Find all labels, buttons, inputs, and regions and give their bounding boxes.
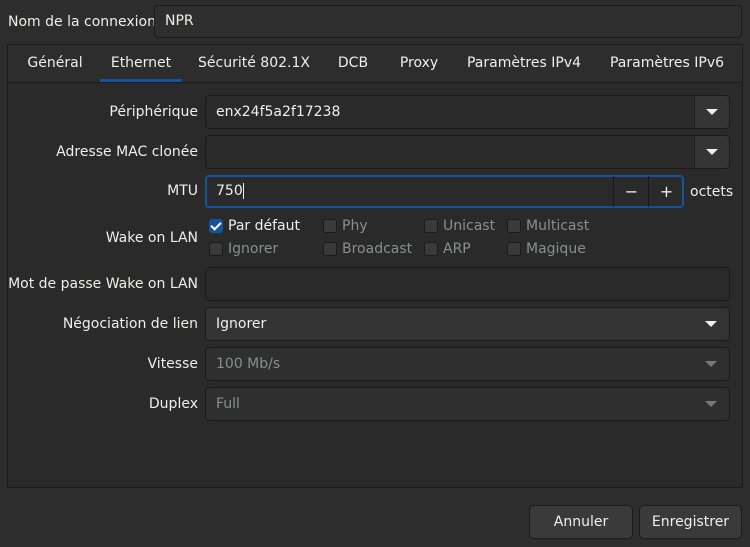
minus-icon: − — [624, 182, 639, 201]
wol-default-checkbox[interactable] — [209, 219, 223, 233]
wol-ignore-checkbox[interactable] — [209, 242, 223, 256]
device-dropdown-button[interactable] — [694, 95, 730, 129]
speed-select[interactable]: 100 Mb/s — [205, 347, 730, 381]
tab-label: DCB — [337, 55, 369, 71]
wol-default-label: Par défaut — [228, 218, 300, 234]
mtu-label: MTU — [167, 183, 198, 199]
wol-unicast-checkbox[interactable] — [424, 219, 438, 233]
duplex-label: Duplex — [148, 396, 198, 412]
duplex-value: Full — [216, 396, 240, 412]
wol-password-field[interactable] — [205, 267, 730, 301]
cancel-button-label: Annuler — [553, 514, 609, 530]
save-button-label: Enregistrer — [651, 514, 730, 530]
wake-on-lan-label: Wake on LAN — [105, 230, 198, 246]
tab-label: Ethernet — [110, 55, 172, 71]
connection-name-label: Nom de la connexion — [8, 14, 156, 30]
wol-phy-label: Phy — [342, 218, 368, 234]
chevron-down-icon — [705, 361, 717, 367]
tab-label: Paramètres IPv6 — [609, 55, 725, 71]
duplex-select[interactable]: Full — [205, 387, 730, 421]
chevron-down-icon — [705, 321, 717, 327]
tab-label: Proxy — [399, 55, 439, 71]
mtu-decrement-button[interactable]: − — [613, 176, 649, 207]
cloned-mac-entry[interactable] — [205, 135, 695, 169]
tab-ipv6-settings[interactable]: Paramètres IPv6 — [600, 44, 734, 82]
link-negotiation-select[interactable]: Ignorer — [205, 307, 730, 341]
wol-ignore-label: Ignorer — [228, 241, 279, 257]
tab-label: Sécurité 802.1X — [198, 55, 310, 71]
wol-unicast-label: Unicast — [443, 218, 496, 234]
tab-label: Général — [27, 55, 83, 71]
tab-security-8021x[interactable]: Sécurité 802.1X — [192, 44, 316, 82]
tab-proxy[interactable]: Proxy — [390, 44, 448, 82]
wol-magic-checkbox[interactable] — [507, 242, 521, 256]
connection-name-value: NPR — [165, 13, 194, 29]
plus-icon: + — [659, 182, 674, 201]
text-cursor — [242, 183, 244, 199]
wol-multicast-checkbox[interactable] — [507, 219, 521, 233]
tab-label: Paramètres IPv4 — [466, 55, 582, 71]
wol-arp-checkbox[interactable] — [424, 242, 438, 256]
mtu-value: 750 — [216, 183, 243, 199]
chevron-down-icon — [706, 109, 718, 115]
mtu-increment-button[interactable]: + — [648, 176, 684, 207]
connection-name-field[interactable]: NPR — [154, 5, 742, 38]
wol-magic-label: Magique — [526, 241, 586, 257]
tab-dcb[interactable]: DCB — [326, 44, 380, 82]
device-value: enx24f5a2f17238 — [216, 104, 341, 120]
cloned-mac-dropdown-button[interactable] — [694, 135, 730, 169]
device-entry[interactable]: enx24f5a2f17238 — [205, 95, 695, 129]
chevron-down-icon — [706, 149, 718, 155]
save-button[interactable]: Enregistrer — [639, 505, 742, 539]
chevron-down-icon — [705, 401, 717, 407]
speed-value: 100 Mb/s — [216, 356, 281, 372]
tab-ethernet[interactable]: Ethernet — [100, 44, 182, 82]
speed-label: Vitesse — [147, 356, 198, 372]
tab-ipv4-settings[interactable]: Paramètres IPv4 — [460, 44, 588, 82]
wol-arp-label: ARP — [443, 241, 471, 257]
wol-phy-checkbox[interactable] — [323, 219, 337, 233]
tab-general[interactable]: Général — [18, 44, 92, 82]
mtu-unit-label: octets — [690, 184, 734, 200]
wol-broadcast-label: Broadcast — [342, 241, 413, 257]
cancel-button[interactable]: Annuler — [529, 505, 633, 539]
wol-password-label: Mot de passe Wake on LAN — [8, 276, 198, 292]
link-negotiation-value: Ignorer — [216, 316, 267, 332]
wol-multicast-label: Multicast — [526, 218, 590, 234]
cloned-mac-label: Adresse MAC clonée — [56, 144, 198, 160]
wol-broadcast-checkbox[interactable] — [323, 242, 337, 256]
link-negotiation-label: Négociation de lien — [62, 316, 198, 332]
device-label: Périphérique — [109, 104, 198, 120]
